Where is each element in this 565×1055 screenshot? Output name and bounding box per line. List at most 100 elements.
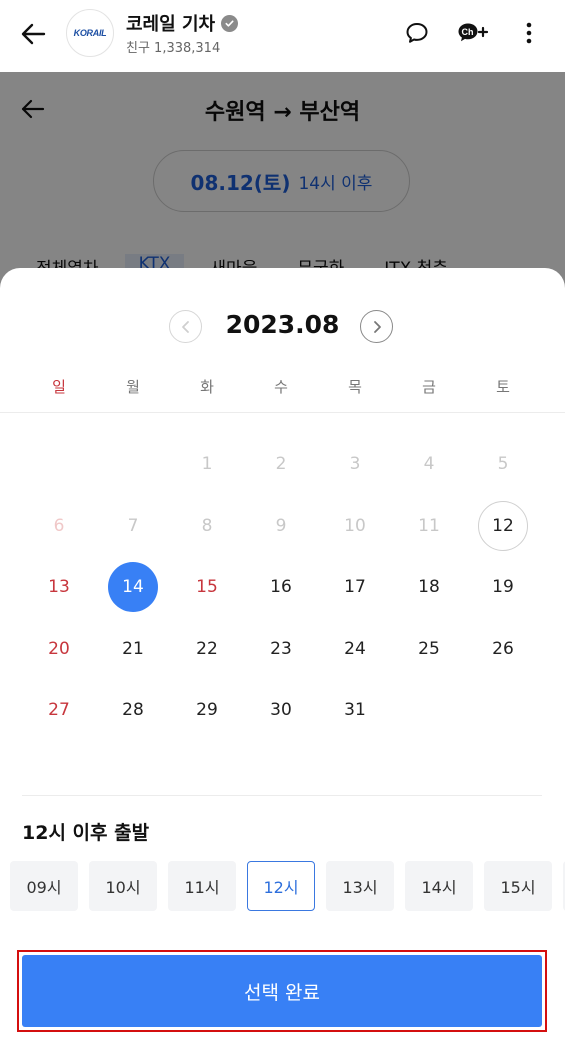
day-number: 2 <box>275 454 287 474</box>
logo-text: KORAIL <box>73 28 107 38</box>
month-navigation: 2023.08 <box>0 308 565 344</box>
calendar-day: 5 <box>466 445 540 507</box>
calendar-day: 2 <box>244 445 318 507</box>
weekday-label: 월 <box>126 378 140 396</box>
chat-bubble-icon[interactable] <box>402 18 432 48</box>
day-number: 15 <box>196 577 218 597</box>
calendar-day[interactable]: 28 <box>96 691 170 753</box>
month-title: 2023.08 <box>225 310 340 339</box>
day-number: 14 <box>108 562 158 612</box>
calendar-day[interactable]: 27 <box>22 691 96 753</box>
weekday-label: 토 <box>496 378 510 396</box>
day-number: 21 <box>122 638 144 659</box>
calendar-day[interactable]: 13 <box>22 568 96 630</box>
day-number: 10 <box>344 515 366 536</box>
calendar-day[interactable]: 20 <box>22 630 96 692</box>
hour-chip[interactable]: 09시 <box>10 861 78 911</box>
calendar-day[interactable]: 29 <box>170 691 244 753</box>
day-number: 25 <box>418 638 440 659</box>
svg-text:Ch: Ch <box>462 27 474 37</box>
day-number: 11 <box>418 515 440 536</box>
hour-chip[interactable]: 13시 <box>326 861 394 911</box>
calendar-day[interactable]: 31 <box>318 691 392 753</box>
day-number: 12 <box>478 500 528 551</box>
chevron-right-icon <box>373 320 381 333</box>
hour-chip-selected[interactable]: 12시 <box>247 861 315 911</box>
calendar-day: 8 <box>170 507 244 569</box>
hour-chip[interactable]: 14시 <box>405 861 473 911</box>
back-arrow-icon[interactable] <box>18 18 50 50</box>
day-number: 1 <box>201 454 213 474</box>
day-number: 23 <box>270 638 292 659</box>
calendar-day: 4 <box>392 445 466 507</box>
calendar-day: 6 <box>22 507 96 569</box>
channel-logo[interactable]: KORAIL <box>66 9 114 57</box>
departure-label: 12시 이후 출발 <box>22 822 150 844</box>
calendar-day[interactable]: 30 <box>244 691 318 753</box>
day-number: 13 <box>48 577 70 597</box>
day-number: 3 <box>349 454 361 474</box>
weekday-label: 일 <box>52 378 66 396</box>
calendar-day[interactable]: 25 <box>392 630 466 692</box>
day-number: 28 <box>122 700 144 720</box>
calendar-day[interactable]: 23 <box>244 630 318 692</box>
day-number: 4 <box>423 454 435 474</box>
calendar-day[interactable]: 22 <box>170 630 244 692</box>
hour-chip[interactable]: 10시 <box>89 861 157 911</box>
calendar-day[interactable]: 24 <box>318 630 392 692</box>
app-bar: KORAIL 코레일 기차 친구 1,338,314 Ch <box>0 0 565 72</box>
hour-chip[interactable]: 15시 <box>484 861 552 911</box>
weekday-header: 일월화수목금토 <box>22 376 540 397</box>
day-number: 31 <box>344 700 366 720</box>
confirm-button[interactable]: 선택 완료 <box>22 955 542 1027</box>
hour-chip[interactable]: 11시 <box>168 861 236 911</box>
verified-badge-icon <box>221 14 239 32</box>
day-number: 30 <box>270 700 292 720</box>
weekday-label: 목 <box>348 378 362 396</box>
channel-add-icon[interactable]: Ch <box>455 18 491 48</box>
day-number: 6 <box>53 515 65 536</box>
day-number: 8 <box>201 515 213 536</box>
hour-selector[interactable]: 09시10시11시12시13시14시15시16시 <box>10 861 565 911</box>
day-number: 18 <box>418 577 440 597</box>
section-divider <box>22 795 542 796</box>
calendar-day[interactable]: 12 <box>466 500 540 569</box>
next-month-button[interactable] <box>360 310 393 343</box>
channel-name-text: 코레일 기차 <box>126 14 216 35</box>
day-number: 16 <box>270 577 292 597</box>
friend-count: 친구 1,338,314 <box>126 41 221 56</box>
calendar-day[interactable]: 19 <box>466 568 540 630</box>
calendar-day: 11 <box>392 507 466 569</box>
calendar-grid: 1 2 3 4 5 6 7 8 9 10 11 12 13 14 15 16 17 18 19 20 21 22 23 24 2… <box>22 445 540 753</box>
weekday-label: 수 <box>274 378 288 396</box>
date-picker-sheet: 2023.08 일월화수목금토 1 2 3 4 5 6 7 8 9 10 11 12 13 14 15 16 1… <box>0 268 565 1055</box>
confirm-highlight: 선택 완료 <box>17 950 547 1032</box>
day-number: 26 <box>492 638 514 659</box>
empty-day-cell <box>96 445 170 507</box>
calendar-day[interactable]: 18 <box>392 568 466 630</box>
day-number: 22 <box>196 638 218 659</box>
empty-day-cell <box>22 445 96 507</box>
weekday-label: 금 <box>422 378 436 396</box>
day-number: 17 <box>344 577 366 597</box>
day-number: 20 <box>48 638 70 659</box>
day-number: 29 <box>196 700 218 720</box>
calendar-day: 3 <box>318 445 392 507</box>
calendar-day[interactable]: 16 <box>244 568 318 630</box>
selected-day[interactable]: 14 <box>96 562 170 630</box>
weekday-divider <box>0 412 565 413</box>
weekday-label: 화 <box>200 378 214 396</box>
calendar-day: 9 <box>244 507 318 569</box>
day-number: 9 <box>275 515 287 536</box>
calendar-day[interactable]: 26 <box>466 630 540 692</box>
calendar-day: 10 <box>318 507 392 569</box>
calendar-day[interactable]: 21 <box>96 630 170 692</box>
day-number: 27 <box>48 700 70 720</box>
calendar-day: 1 <box>170 445 244 507</box>
calendar-day[interactable]: 17 <box>318 568 392 630</box>
day-number: 5 <box>497 454 509 474</box>
calendar-day[interactable]: 15 <box>170 568 244 630</box>
day-number: 7 <box>127 515 139 536</box>
more-vertical-icon[interactable] <box>514 18 544 48</box>
channel-name: 코레일 기차 <box>126 10 239 36</box>
